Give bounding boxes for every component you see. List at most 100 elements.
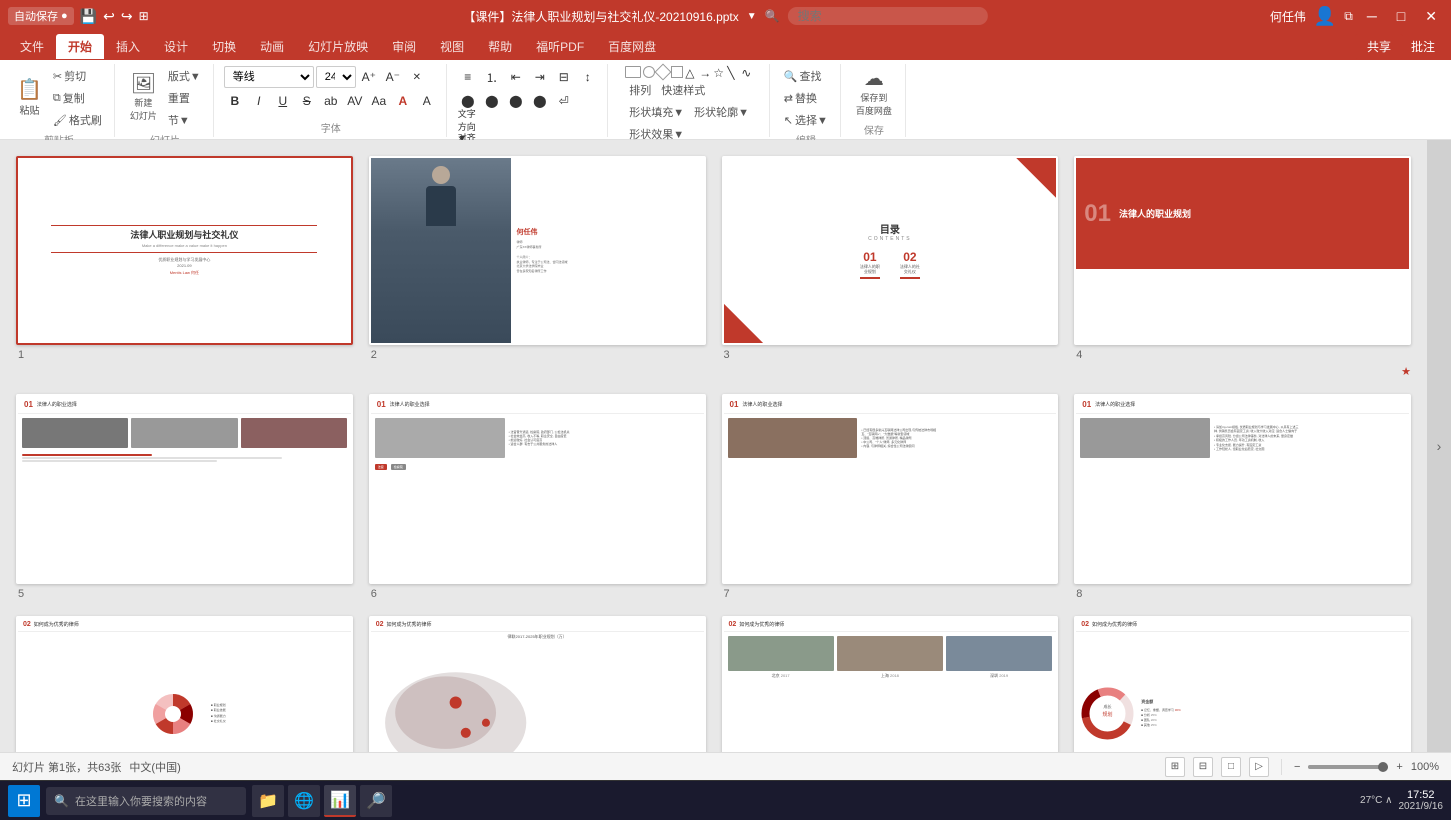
- star-shape[interactable]: ☆: [713, 66, 725, 78]
- find-button[interactable]: 🔍 查找: [780, 66, 826, 86]
- font-color-button[interactable]: A: [392, 90, 414, 112]
- shadow-button[interactable]: ab: [320, 90, 342, 112]
- oval-shape[interactable]: [643, 66, 655, 78]
- normal-view-button[interactable]: ⊞: [1165, 757, 1185, 777]
- tab-slideshow[interactable]: 幻灯片放映: [296, 34, 380, 59]
- taskbar-file-explorer[interactable]: 📁: [252, 785, 284, 817]
- zoom-slider[interactable]: [1308, 765, 1388, 769]
- close-btn[interactable]: ✕: [1419, 8, 1443, 25]
- right-panel-toggle[interactable]: ›: [1427, 140, 1451, 752]
- slide-thumbnail-11[interactable]: 02 如何成为优秀的律师 北京 2017 上海 2018: [722, 616, 1059, 752]
- comment-button[interactable]: 批注: [1411, 38, 1435, 55]
- slide-thumbnail-10[interactable]: 02 如何成为优秀的律师 律联2017-2025年职业规划（万）: [369, 616, 706, 752]
- line-spacing-button[interactable]: ↕: [577, 66, 599, 88]
- square-shape[interactable]: [671, 66, 683, 78]
- autosave-badge[interactable]: 自动保存 ●: [8, 7, 74, 25]
- slide-thumbnail-2[interactable]: 何任伟 律师广东XX律师事务所 个人简介： 执业律师，专注于公司法、合同法领域 …: [369, 156, 706, 345]
- diamond-shape[interactable]: [655, 64, 672, 81]
- slideshow-view-button[interactable]: ▷: [1249, 757, 1269, 777]
- clear-format-button[interactable]: ✕: [406, 66, 428, 88]
- shape-outline-button[interactable]: 形状轮廓▼: [690, 102, 753, 122]
- customize-icon[interactable]: ⊞: [139, 9, 149, 23]
- text-direction-button[interactable]: Aa: [368, 90, 390, 112]
- arrow-shape[interactable]: →: [699, 66, 711, 78]
- tab-help[interactable]: 帮助: [476, 34, 524, 59]
- dropdown-icon[interactable]: ▼: [747, 11, 757, 22]
- zoom-in-button[interactable]: +: [1396, 761, 1402, 773]
- slide-thumbnail-9[interactable]: 02 如何成为优秀的律师: [16, 616, 353, 752]
- columns-button[interactable]: ⊟: [553, 66, 575, 88]
- slide-thumbnail-3[interactable]: 目录 CONTENTS 01 法律人的职业规划 02 法律人的社交礼仪: [722, 156, 1059, 345]
- save-icon[interactable]: 💾: [80, 8, 97, 25]
- increase-indent-button[interactable]: ⇥: [529, 66, 551, 88]
- section-button[interactable]: 节▼: [164, 110, 205, 130]
- slide-thumbnail-7[interactable]: 01 法律人的职业选择 • 已经有很多新兴互联网法律公司出现,与传统法律市场相 …: [722, 394, 1059, 583]
- underline-button[interactable]: U: [272, 90, 294, 112]
- taskbar-search[interactable]: 🔍 在这里输入你要搜索的内容: [46, 787, 246, 815]
- replace-button[interactable]: ⇄ 替换: [780, 88, 821, 108]
- rect-shape[interactable]: [625, 66, 641, 78]
- slide-thumbnail-5[interactable]: 01 法律人的职业选择: [16, 394, 353, 583]
- user-avatar-icon[interactable]: 👤: [1314, 6, 1336, 27]
- windows-start-button[interactable]: ⊞: [8, 785, 40, 817]
- font-family-select[interactable]: 等线: [224, 66, 314, 88]
- undo-icon[interactable]: ↩: [103, 8, 115, 25]
- curve-shape[interactable]: ∿: [741, 66, 753, 78]
- share-button[interactable]: 共享: [1355, 34, 1403, 59]
- redo-icon[interactable]: ↪: [121, 8, 133, 25]
- tab-baidu[interactable]: 百度网盘: [596, 34, 668, 59]
- reset-button[interactable]: 重置: [164, 88, 205, 108]
- save-to-baidu-button[interactable]: ☁ 保存到百度网盘: [851, 66, 897, 120]
- strikethrough-button[interactable]: S: [296, 90, 318, 112]
- align-center-button[interactable]: ⬤: [481, 90, 503, 112]
- tab-review[interactable]: 审阅: [380, 34, 428, 59]
- reading-view-button[interactable]: □: [1221, 757, 1241, 777]
- zoom-out-button[interactable]: −: [1294, 761, 1300, 773]
- font-size-decrease-button[interactable]: A⁻: [382, 66, 404, 88]
- select-button[interactable]: ↖ 选择▼: [780, 110, 832, 130]
- align-right-button[interactable]: ⬤: [505, 90, 527, 112]
- bold-button[interactable]: B: [224, 90, 246, 112]
- italic-button[interactable]: I: [248, 90, 270, 112]
- taskbar-edge-browser[interactable]: 🌐: [288, 785, 320, 817]
- slide-thumbnail-4[interactable]: 01 法律人的职业规划: [1074, 156, 1411, 345]
- decrease-indent-button[interactable]: ⇤: [505, 66, 527, 88]
- layout-button[interactable]: 版式▼: [164, 66, 205, 86]
- font-size-increase-button[interactable]: A⁺: [358, 66, 380, 88]
- arrange-button[interactable]: 排列: [625, 80, 655, 100]
- tab-animations[interactable]: 动画: [248, 34, 296, 59]
- tab-view[interactable]: 视图: [428, 34, 476, 59]
- taskbar-search-app[interactable]: 🔎: [360, 785, 392, 817]
- tab-design[interactable]: 设计: [152, 34, 200, 59]
- maximize-btn[interactable]: □: [1391, 8, 1411, 24]
- shape-fill-button[interactable]: 形状填充▼: [625, 102, 688, 122]
- align-justify-button[interactable]: ⬤: [529, 90, 551, 112]
- format-painter-button[interactable]: 🖌 格式刷: [49, 110, 106, 130]
- tab-insert[interactable]: 插入: [104, 34, 152, 59]
- slide-thumbnail-1[interactable]: 法律人职业规划与社交礼仪 Make a difference make a va…: [16, 156, 353, 345]
- restore-icon[interactable]: ⧉: [1344, 9, 1353, 24]
- triangle-shape[interactable]: △: [685, 66, 697, 78]
- slide-thumbnail-8[interactable]: 01 法律人的职业选择 • 请加iny.com模板, 优质职业规划与学习发展中心…: [1074, 394, 1411, 583]
- font-size-select[interactable]: 24: [316, 66, 356, 88]
- tab-pdf[interactable]: 福听PDF: [524, 34, 596, 59]
- tab-file[interactable]: 文件: [8, 34, 56, 59]
- quick-styles-button[interactable]: 快速样式: [657, 80, 709, 100]
- tab-transitions[interactable]: 切换: [200, 34, 248, 59]
- slide-thumbnail-12[interactable]: 02 如何成为优秀的律师 规划 成长: [1074, 616, 1411, 752]
- copy-button[interactable]: ⧉ 复制: [49, 88, 106, 108]
- taskbar-powerpoint[interactable]: 📊: [324, 785, 356, 817]
- bullets-button[interactable]: ≡: [457, 66, 479, 88]
- char-spacing-button[interactable]: AV: [344, 90, 366, 112]
- minimize-btn[interactable]: ─: [1361, 8, 1383, 24]
- tab-home[interactable]: 开始: [56, 34, 104, 59]
- cut-button[interactable]: ✂ 剪切: [49, 66, 106, 86]
- numbering-button[interactable]: ⒈: [481, 66, 503, 88]
- line-shape[interactable]: ╲: [727, 66, 739, 78]
- text-direction2-button[interactable]: ⏎: [553, 90, 575, 112]
- highlight-button[interactable]: A: [416, 90, 438, 112]
- new-slide-button[interactable]: 🖼 新建幻灯片: [125, 71, 162, 125]
- search-input[interactable]: [798, 9, 958, 23]
- slide-sorter-button[interactable]: ⊟: [1193, 757, 1213, 777]
- slide-thumbnail-6[interactable]: 01 法律人的职业选择 • 法官晋升通道, 检察院, 政府部门, 公检法机关 •…: [369, 394, 706, 583]
